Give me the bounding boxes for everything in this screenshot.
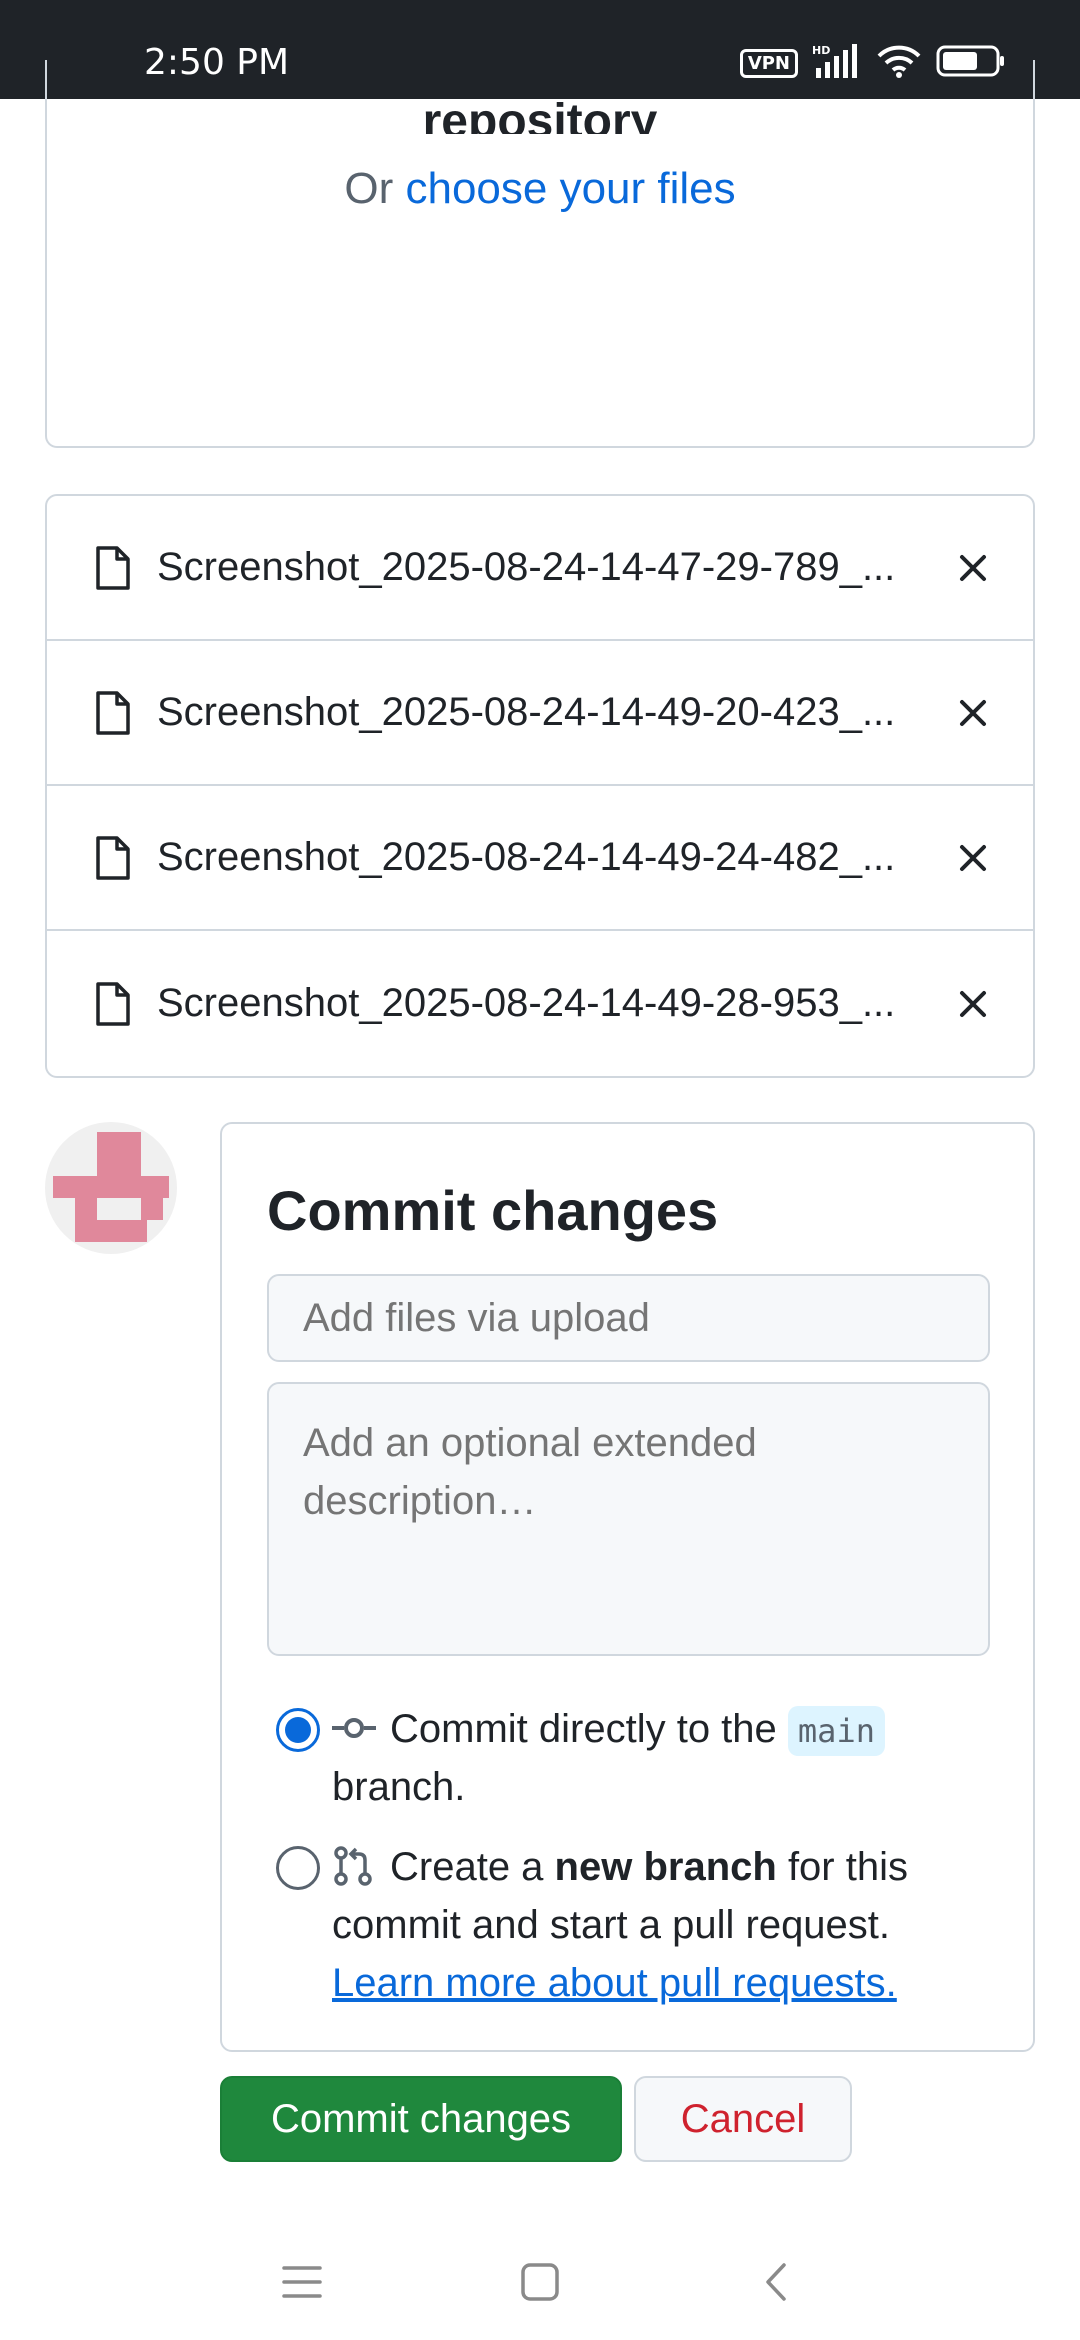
file-name: Screenshot_2025-08-24-14-49-20-423_... <box>157 690 896 734</box>
file-name: Screenshot_2025-08-24-14-49-28-953_... <box>157 981 896 1025</box>
git-pull-request-icon <box>332 1844 376 1886</box>
new-branch-radio[interactable] <box>276 1846 320 1890</box>
new-branch-bold: new branch <box>554 1845 777 1889</box>
commit-direct-prefix: Commit directly to the <box>390 1707 777 1751</box>
remove-file-button[interactable] <box>953 984 993 1024</box>
learn-more-pull-requests-link[interactable]: Learn more about pull requests. <box>332 1961 897 2005</box>
close-icon <box>960 990 986 1017</box>
close-icon <box>960 844 986 871</box>
cancel-button[interactable]: Cancel <box>634 2076 852 2162</box>
dropzone-title: repository <box>422 95 658 134</box>
remove-file-button[interactable] <box>953 693 993 733</box>
file-row: Screenshot_2025-08-24-14-49-20-423_... <box>47 641 1033 786</box>
commit-summary-input[interactable] <box>267 1274 990 1362</box>
choose-files-link[interactable]: choose your files <box>405 164 735 213</box>
commit-direct-suffix: branch. <box>332 1765 466 1809</box>
file-icon <box>95 835 131 881</box>
file-icon <box>95 545 131 591</box>
home-icon[interactable] <box>510 2252 570 2312</box>
uploaded-file-list: Screenshot_2025-08-24-14-47-29-789_... S… <box>45 494 1035 1078</box>
file-row: Screenshot_2025-08-24-14-47-29-789_... <box>47 496 1033 641</box>
close-icon <box>960 699 986 726</box>
remove-file-button[interactable] <box>953 838 993 878</box>
menu-icon[interactable] <box>272 2252 332 2312</box>
commit-direct-radio[interactable] <box>276 1708 320 1752</box>
back-icon[interactable] <box>746 2252 806 2312</box>
remove-file-button[interactable] <box>953 548 993 588</box>
file-row: Screenshot_2025-08-24-14-49-24-482_... <box>47 786 1033 931</box>
svg-text:HD: HD <box>812 44 830 57</box>
file-name: Screenshot_2025-08-24-14-49-24-482_... <box>157 835 896 879</box>
file-dropzone[interactable]: repository Or choose your files <box>45 60 1035 448</box>
file-name: Screenshot_2025-08-24-14-47-29-789_... <box>157 545 896 589</box>
git-commit-icon <box>332 1706 376 1746</box>
system-nav-bar <box>0 2230 1080 2340</box>
dropzone-prefix: Or <box>344 164 394 213</box>
dropzone-text: Or choose your files <box>47 164 1033 214</box>
new-branch-option[interactable]: Create a new branch for this commit and … <box>276 1838 996 2012</box>
file-icon <box>95 981 131 1027</box>
commit-form: Commit changes Commit directly to the ma… <box>220 1122 1035 2052</box>
commit-direct-option[interactable]: Commit directly to the main branch. <box>276 1700 996 1816</box>
avatar <box>45 1122 177 1254</box>
commit-description-input[interactable] <box>267 1382 990 1656</box>
file-row: Screenshot_2025-08-24-14-49-28-953_... <box>47 931 1033 1076</box>
new-branch-prefix: Create a <box>390 1845 544 1889</box>
commit-title: Commit changes <box>267 1179 719 1242</box>
close-icon <box>960 554 986 581</box>
commit-changes-button[interactable]: Commit changes <box>220 2076 622 2162</box>
branch-name-chip: main <box>787 1706 885 1756</box>
file-icon <box>95 690 131 736</box>
